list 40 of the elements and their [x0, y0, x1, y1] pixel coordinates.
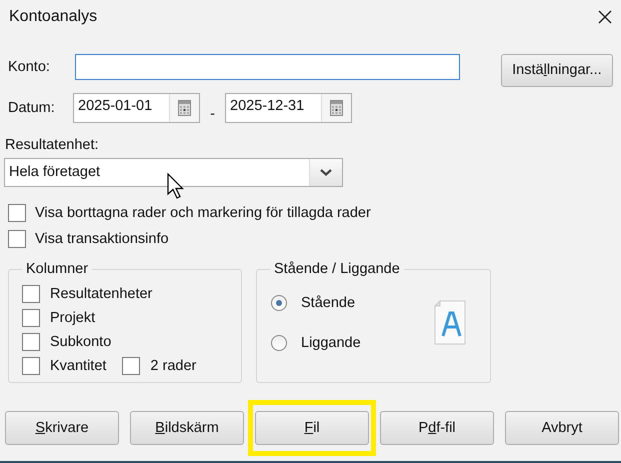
calendar-icon[interactable] [330, 100, 343, 116]
window-title: Kontoanalys [9, 8, 98, 26]
checkbox-label: Subkonto [50, 334, 112, 350]
action-button[interactable]: Fil [255, 411, 369, 445]
chevron-down-icon [320, 169, 332, 176]
account-field[interactable] [74, 54, 460, 80]
checkbox-label: 2 rader [150, 358, 196, 374]
mouse-cursor-icon [167, 173, 184, 199]
date-field[interactable]: 2025-12-31 [225, 93, 352, 123]
settings-button[interactable]: Inställningar... [500, 54, 613, 86]
radio-button[interactable] [271, 335, 287, 351]
action-button[interactable]: Bildskärm [130, 411, 244, 445]
checkbox[interactable] [22, 332, 40, 350]
field-label: Datum: [7, 100, 56, 116]
checkbox-label: Visa transaktionsinfo [35, 231, 169, 247]
checkbox[interactable] [122, 356, 140, 374]
checkbox-label: Kvantitet [50, 358, 106, 374]
action-button[interactable]: Avbryt [505, 411, 619, 445]
checkbox-label: Visa borttagna rader och markering för tillagda rader [35, 205, 371, 221]
action-button[interactable]: Skrivare [5, 411, 119, 445]
date-field[interactable]: 2025-01-01 [73, 93, 200, 123]
group-title: Stående / Liggande [273, 261, 401, 277]
close-icon[interactable] [597, 9, 613, 25]
radio-label: Liggande [301, 335, 361, 351]
radio-label: Stående [301, 295, 356, 311]
checkbox[interactable] [22, 284, 40, 302]
checkbox[interactable] [8, 204, 26, 222]
field-label: Konto: [7, 59, 51, 75]
checkbox-label: Resultatenheter [50, 286, 152, 302]
field-label: Resultatenhet: [4, 137, 100, 153]
checkbox[interactable] [8, 230, 26, 248]
radio-button[interactable] [271, 295, 287, 311]
calendar-icon[interactable] [178, 100, 191, 116]
date-separator: - [209, 105, 216, 122]
checkbox[interactable] [22, 308, 40, 326]
checkbox-label: Projekt [50, 310, 96, 326]
portrait-page-icon [434, 300, 468, 346]
action-button[interactable]: Pdf-fil [380, 411, 494, 445]
checkbox[interactable] [22, 356, 40, 374]
group-title: Kolumner [25, 261, 90, 277]
